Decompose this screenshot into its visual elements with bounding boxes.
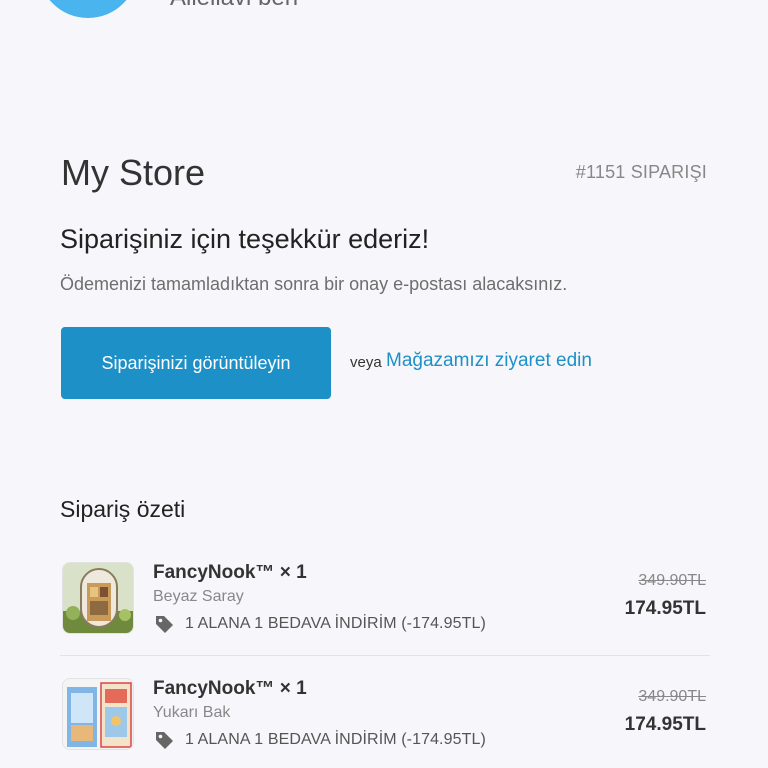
discount-text: 1 ALANA 1 BEDAVA İNDİRİM (-174.95TL) (185, 615, 486, 632)
view-order-button[interactable]: Siparişinizi görüntüleyin (61, 327, 331, 399)
item-variant: Yukarı Bak (153, 704, 231, 721)
store-header: My Store #1151 SIPARIŞI (61, 152, 707, 196)
original-price: 349.90TL (638, 572, 706, 589)
thank-you-heading: Siparişiniz için teşekkür ederiz! (60, 224, 430, 254)
list-item: FancyNook™ × 1 Beyaz Saray 1 ALANA 1 BED… (60, 556, 710, 648)
item-price: 174.95TL (624, 714, 706, 735)
or-text: veya (350, 354, 382, 371)
customer-name: Alleliavi ben (170, 0, 298, 12)
discount-row: 1 ALANA 1 BEDAVA İNDİRİM (-174.95TL) (153, 729, 486, 751)
list-item: FancyNook™ × 1 Yukarı Bak 1 ALANA 1 BEDA… (60, 672, 710, 764)
avatar (38, 0, 138, 18)
item-variant: Beyaz Saray (153, 588, 244, 605)
discount-row: 1 ALANA 1 BEDAVA İNDİRİM (-174.95TL) (153, 613, 486, 635)
tag-icon (156, 732, 173, 749)
discount-text: 1 ALANA 1 BEDAVA İNDİRİM (-174.95TL) (185, 731, 486, 748)
original-price: 349.90TL (638, 688, 706, 705)
product-thumbnail (62, 678, 134, 750)
product-thumbnail (62, 562, 134, 634)
order-summary-title: Sipariş özeti (60, 496, 186, 522)
item-title: FancyNook™ × 1 (153, 562, 307, 583)
item-title: FancyNook™ × 1 (153, 678, 307, 699)
item-price: 174.95TL (624, 598, 706, 619)
visit-store-link[interactable]: Mağazamızı ziyaret edin (386, 350, 592, 372)
order-number: #1151 SIPARIŞI (575, 162, 707, 182)
top-strip: Alleliavi ben (0, 0, 768, 40)
tag-icon (156, 616, 173, 633)
divider (60, 655, 710, 656)
store-title: My Store (61, 152, 206, 193)
confirmation-subtext: Ödemenizi tamamladıktan sonra bir onay e… (60, 274, 568, 294)
